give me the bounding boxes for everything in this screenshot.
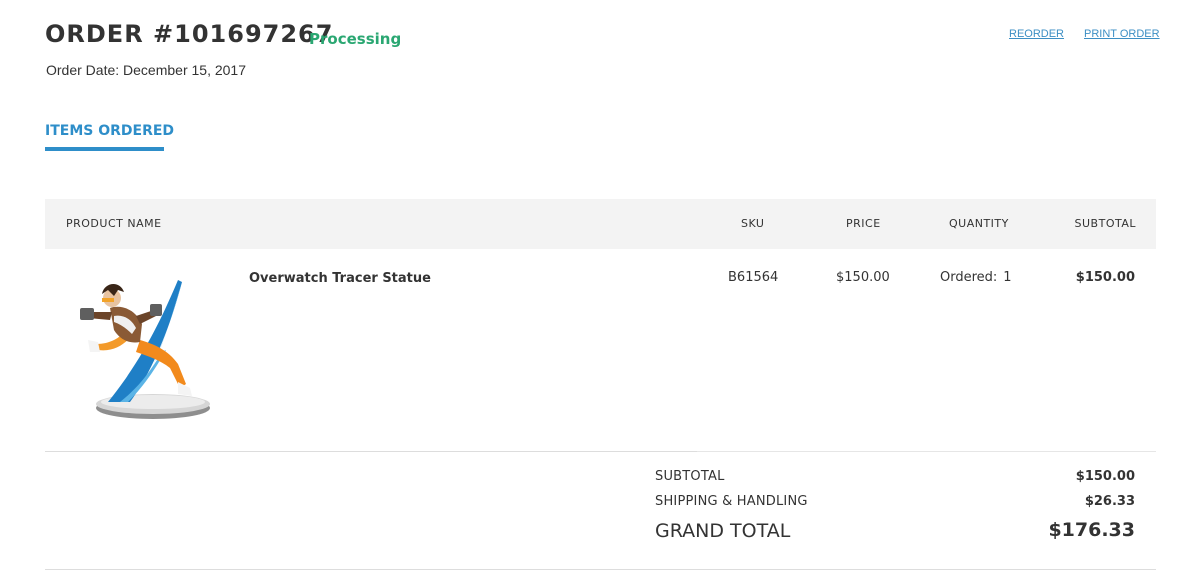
product-image[interactable] xyxy=(70,268,220,428)
header-sku: SKU xyxy=(741,217,765,230)
product-name[interactable]: Overwatch Tracer Statue xyxy=(249,271,431,286)
header-product-name: PRODUCT NAME xyxy=(66,217,162,230)
header-price: PRICE xyxy=(846,217,881,230)
tracer-statue-image xyxy=(80,280,210,419)
tab-active-indicator xyxy=(45,147,164,151)
tab-items-ordered[interactable]: ITEMS ORDERED xyxy=(45,123,174,139)
table-header: PRODUCT NAME SKU PRICE QUANTITY SUBTOTAL xyxy=(45,199,1156,249)
grand-total-label: GRAND TOTAL xyxy=(655,520,791,542)
order-status-badge: Processing xyxy=(309,30,402,48)
product-sku: B61564 xyxy=(728,270,779,285)
order-title: ORDER #101697267 xyxy=(45,20,334,48)
totals-shipping-label: SHIPPING & HANDLING xyxy=(655,494,808,509)
product-subtotal: $150.00 xyxy=(1075,270,1135,285)
totals-subtotal-value: $150.00 xyxy=(1075,469,1135,484)
row-divider xyxy=(45,451,697,452)
print-order-link[interactable]: PRINT ORDER xyxy=(1084,28,1160,40)
header-quantity: QUANTITY xyxy=(949,217,1009,230)
reorder-link[interactable]: REORDER xyxy=(1009,28,1064,40)
product-price: $150.00 xyxy=(836,270,890,285)
grand-total-value: $176.33 xyxy=(1048,519,1135,541)
order-date: Order Date: December 15, 2017 xyxy=(46,62,246,78)
product-quantity: Ordered: 1 xyxy=(940,270,1012,285)
totals-subtotal-label: SUBTOTAL xyxy=(655,469,725,484)
row-divider-right xyxy=(697,451,1156,452)
quantity-label: Ordered: xyxy=(940,270,998,285)
quantity-value: 1 xyxy=(1003,270,1012,285)
header-subtotal: SUBTOTAL xyxy=(1074,217,1136,230)
totals-shipping-value: $26.33 xyxy=(1084,494,1135,509)
